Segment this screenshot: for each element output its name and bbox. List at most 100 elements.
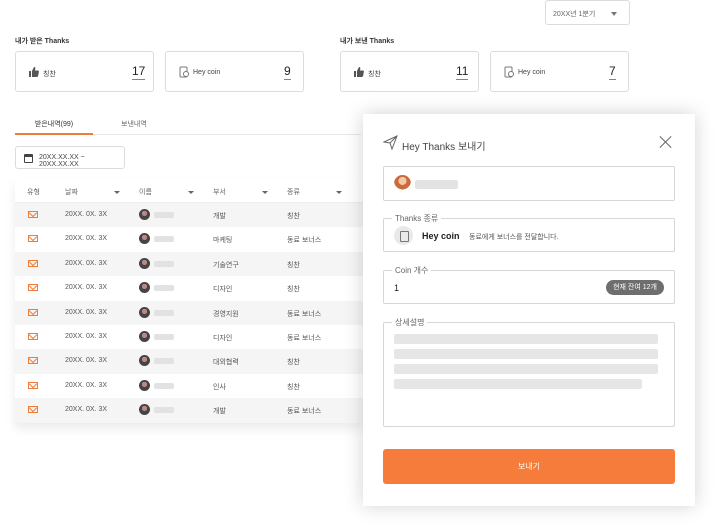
date-range-picker[interactable]: 20XX.XX.XX ~ 20XX.XX.XX <box>15 146 125 169</box>
sort-down-icon <box>261 190 268 194</box>
tab-received[interactable]: 받은내역(99) <box>15 119 93 129</box>
recipient-avatar <box>394 175 411 192</box>
row-dept: 디자인 <box>213 286 233 294</box>
name-redacted <box>154 309 174 316</box>
row-dept: 대외협력 <box>213 359 239 367</box>
table-row[interactable]: 20XX. 0X. 3X 개발 칭찬 <box>15 203 363 228</box>
table-row[interactable]: 20XX. 0X. 3X 기술연구 칭찬 <box>15 251 363 277</box>
sort-down-icon <box>187 190 194 194</box>
avatar <box>139 355 150 367</box>
mail-icon <box>28 357 38 365</box>
row-kind: 동료 보너스 <box>287 408 322 416</box>
coin-count-field[interactable]: Coin 개수 1 현재 잔여 12개 <box>383 265 675 304</box>
sent-praise-label: 칭찬 <box>368 71 381 78</box>
balance-badge: 현재 잔여 12개 <box>606 280 664 295</box>
received-coin-count[interactable]: 9 <box>284 65 291 80</box>
column-type: 유형 <box>27 189 40 196</box>
row-kind: 칭찬 <box>287 261 300 269</box>
row-dept: 디자인 <box>213 334 233 342</box>
active-tab-indicator <box>15 133 93 135</box>
thanks-kind-desc: 동료에게 보너스를 전달합니다. <box>469 234 559 241</box>
name-redacted <box>154 407 174 414</box>
received-praise-count[interactable]: 17 <box>132 65 146 80</box>
history-tabs: 받은내역(99) 보낸내역 <box>15 113 361 135</box>
period-select[interactable]: 20XX년 1분기 <box>545 0 630 25</box>
row-kind: 칭찬 <box>287 383 300 391</box>
row-kind: 칭찬 <box>287 359 300 367</box>
name-redacted <box>154 212 174 218</box>
received-praise-card: 칭찬 17 <box>15 51 154 92</box>
coin-icon <box>179 66 189 78</box>
row-dept: 기술연구 <box>213 261 239 269</box>
coin-icon <box>504 66 514 78</box>
row-date: 20XX. 0X. 3X <box>65 259 108 267</box>
coin-icon <box>394 226 413 245</box>
received-section-title: 내가 받은 Thanks <box>15 38 70 45</box>
tab-sent[interactable]: 보낸내역 <box>121 119 147 129</box>
mail-icon <box>28 381 38 389</box>
table-body: 20XX. 0X. 3X 개발 칭찬 20XX. 0X. 3X 마케팅 동료 보너스 20X… <box>15 203 363 423</box>
table-row[interactable]: 20XX. 0X. 3X 대외협력 칭찬 <box>15 349 363 374</box>
row-date: 20XX. 0X. 3X <box>65 406 108 414</box>
thanks-kind-name: Hey coin <box>422 231 460 241</box>
name-redacted <box>154 260 174 267</box>
row-kind: 칭찬 <box>287 286 300 294</box>
row-kind: 칭찬 <box>287 213 300 220</box>
avatar <box>139 233 150 245</box>
sent-coin-count[interactable]: 7 <box>609 65 616 80</box>
row-date: 20XX. 0X. 3X <box>65 284 108 292</box>
thanks-kind-field[interactable]: Thanks 종류 Hey coin 동료에게 보너스를 전달합니다. <box>383 213 675 252</box>
avatar <box>139 257 150 269</box>
column-date-label: 날짜 <box>65 189 78 196</box>
name-redacted <box>154 333 174 340</box>
received-coin-card: Hey coin 9 <box>165 51 304 92</box>
thanks-table: 유형 날짜 이름 부서 종류 20XX. 0X. 3X 개발 칭찬 20XX. 0X.… <box>15 179 363 423</box>
column-name[interactable]: 이름 <box>139 187 194 197</box>
detail-text-line <box>394 379 642 389</box>
close-icon[interactable] <box>659 135 673 149</box>
row-kind: 동료 보너스 <box>287 237 322 245</box>
detail-text-line <box>394 349 658 359</box>
send-button[interactable]: 보내기 <box>383 449 675 484</box>
table-row[interactable]: 20XX. 0X. 3X 개발 동료 보너스 <box>15 398 363 423</box>
mail-icon <box>28 406 38 414</box>
mail-icon <box>28 332 38 340</box>
column-kind[interactable]: 종류 <box>287 187 342 197</box>
table-row[interactable]: 20XX. 0X. 3X 디자인 칭찬 <box>15 276 363 300</box>
table-row[interactable]: 20XX. 0X. 3X 마케팅 동료 보너스 <box>15 227 363 251</box>
column-kind-label: 종류 <box>287 189 300 196</box>
modal-title: Hey Thanks 보내기 <box>402 142 486 153</box>
detail-text-line <box>394 364 658 374</box>
sort-down-icon <box>113 190 120 194</box>
thanks-kind-label: Thanks 종류 <box>392 213 442 224</box>
detail-label: 상세설명 <box>392 317 428 328</box>
sent-praise-count[interactable]: 11 <box>456 65 469 80</box>
column-dept-label: 부서 <box>213 189 226 196</box>
avatar <box>139 209 150 220</box>
detail-textarea[interactable]: 상세설명 <box>383 317 675 427</box>
column-date[interactable]: 날짜 <box>65 187 120 197</box>
table-row[interactable]: 20XX. 0X. 3X 인사 칭찬 <box>15 374 363 398</box>
avatar <box>139 379 150 391</box>
recipient-name-redacted <box>415 180 458 189</box>
row-date: 20XX. 0X. 3X <box>65 235 108 243</box>
mail-icon <box>28 308 38 316</box>
name-redacted <box>154 382 174 389</box>
row-dept: 개발 <box>213 408 226 416</box>
avatar <box>139 330 150 342</box>
received-praise-label: 칭찬 <box>43 71 56 78</box>
avatar <box>139 404 150 416</box>
table-row[interactable]: 20XX. 0X. 3X 경영지원 동료 보너스 <box>15 300 363 325</box>
coin-count-label: Coin 개수 <box>392 265 432 276</box>
row-dept: 경영지원 <box>213 310 239 318</box>
thumbs-up-icon <box>354 67 364 77</box>
table-row[interactable]: 20XX. 0X. 3X 디자인 동료 보너스 <box>15 325 363 349</box>
mail-icon <box>28 211 38 218</box>
column-dept[interactable]: 부서 <box>213 187 268 197</box>
mail-icon <box>28 235 38 243</box>
detail-text-line <box>394 334 658 344</box>
mail-icon <box>28 284 38 292</box>
recipient-field[interactable] <box>383 166 675 201</box>
row-dept: 인사 <box>213 383 226 391</box>
name-redacted <box>154 236 174 243</box>
